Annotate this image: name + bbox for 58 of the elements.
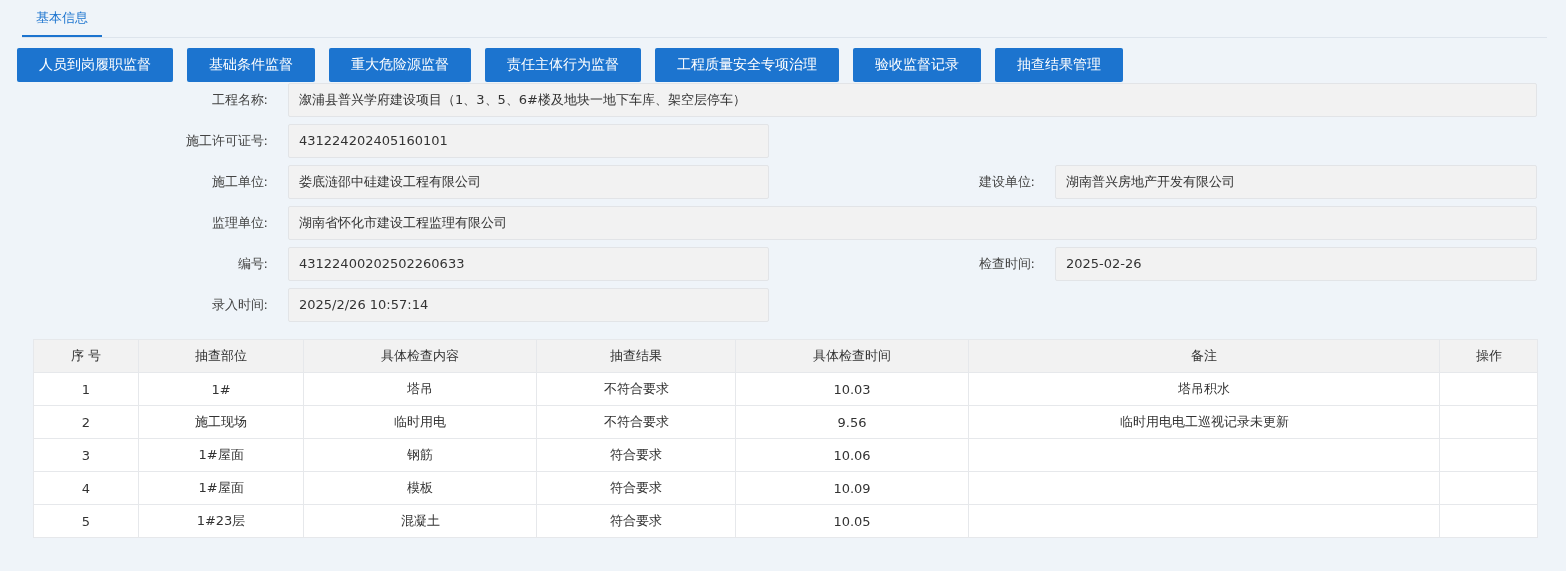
table-cell: 1# bbox=[138, 372, 304, 406]
tab[interactable]: 基本信息 bbox=[22, 0, 102, 37]
table-cell: 9.56 bbox=[735, 405, 969, 439]
column-header: 抽查结果 bbox=[536, 339, 736, 373]
table-cell: 临时用电电工巡视记录未更新 bbox=[968, 405, 1440, 439]
section-button[interactable]: 重大危险源监督 bbox=[329, 48, 471, 82]
table-cell: 临时用电 bbox=[303, 405, 537, 439]
table-cell: 1#23层 bbox=[138, 504, 304, 538]
field-value: 43122400202502260633 bbox=[288, 247, 769, 281]
table-cell: 塔吊 bbox=[303, 372, 537, 406]
table-cell: 1#屋面 bbox=[138, 438, 304, 472]
section-button[interactable]: 基础条件监督 bbox=[187, 48, 315, 82]
field-value: 2025/2/26 10:57:14 bbox=[288, 288, 769, 322]
field-label: 工程名称: bbox=[211, 92, 268, 107]
column-header: 具体检查内容 bbox=[303, 339, 537, 373]
table-cell: 10.05 bbox=[735, 504, 969, 538]
section-button[interactable]: 验收监督记录 bbox=[853, 48, 981, 82]
column-header: 操作 bbox=[1439, 339, 1538, 373]
field-value: 溆浦县普兴学府建设项目（1、3、5、6#楼及地块一地下车库、架空层停车） bbox=[288, 83, 1537, 117]
table-cell: 符合要求 bbox=[536, 504, 736, 538]
table-cell: 符合要求 bbox=[536, 471, 736, 505]
section-button[interactable]: 责任主体行为监督 bbox=[485, 48, 641, 82]
table-cell: 4 bbox=[33, 471, 139, 505]
field-label: 编号: bbox=[237, 256, 268, 271]
field-label: 施工单位: bbox=[211, 174, 268, 189]
section-button[interactable]: 人员到岗履职监督 bbox=[17, 48, 173, 82]
table-cell: 不符合要求 bbox=[536, 405, 736, 439]
field-label: 录入时间: bbox=[211, 297, 268, 312]
section-button[interactable]: 抽查结果管理 bbox=[995, 48, 1123, 82]
field-label: 建设单位: bbox=[978, 174, 1035, 189]
column-header: 序 号 bbox=[33, 339, 139, 373]
table-cell: 混凝土 bbox=[303, 504, 537, 538]
column-header: 备注 bbox=[968, 339, 1440, 373]
section-button[interactable]: 工程质量安全专项治理 bbox=[655, 48, 839, 82]
column-header: 具体检查时间 bbox=[735, 339, 969, 373]
field-label: 检查时间: bbox=[978, 256, 1035, 271]
table-cell: 10.06 bbox=[735, 438, 969, 472]
table-cell: 施工现场 bbox=[138, 405, 304, 439]
field-value: 湖南普兴房地产开发有限公司 bbox=[1055, 165, 1537, 199]
table-cell: 塔吊积水 bbox=[968, 372, 1440, 406]
table-cell: 不符合要求 bbox=[536, 372, 736, 406]
table-cell: 钢筋 bbox=[303, 438, 537, 472]
column-header: 抽查部位 bbox=[138, 339, 304, 373]
field-value: 湖南省怀化市建设工程监理有限公司 bbox=[288, 206, 1537, 240]
table-cell: 10.03 bbox=[735, 372, 969, 406]
field-value: 2025-02-26 bbox=[1055, 247, 1537, 281]
table-cell: 符合要求 bbox=[536, 438, 736, 472]
field-value: 431224202405160101 bbox=[288, 124, 769, 158]
table-cell: 3 bbox=[33, 438, 139, 472]
field-label: 监理单位: bbox=[211, 215, 268, 230]
table-cell: 2 bbox=[33, 405, 139, 439]
table-cell: 5 bbox=[33, 504, 139, 538]
table-cell: 10.09 bbox=[735, 471, 969, 505]
table-cell: 模板 bbox=[303, 471, 537, 505]
table-cell: 1#屋面 bbox=[138, 471, 304, 505]
field-label: 施工许可证号: bbox=[185, 133, 268, 148]
table-cell: 1 bbox=[33, 372, 139, 406]
field-value: 娄底涟邵中硅建设工程有限公司 bbox=[288, 165, 769, 199]
